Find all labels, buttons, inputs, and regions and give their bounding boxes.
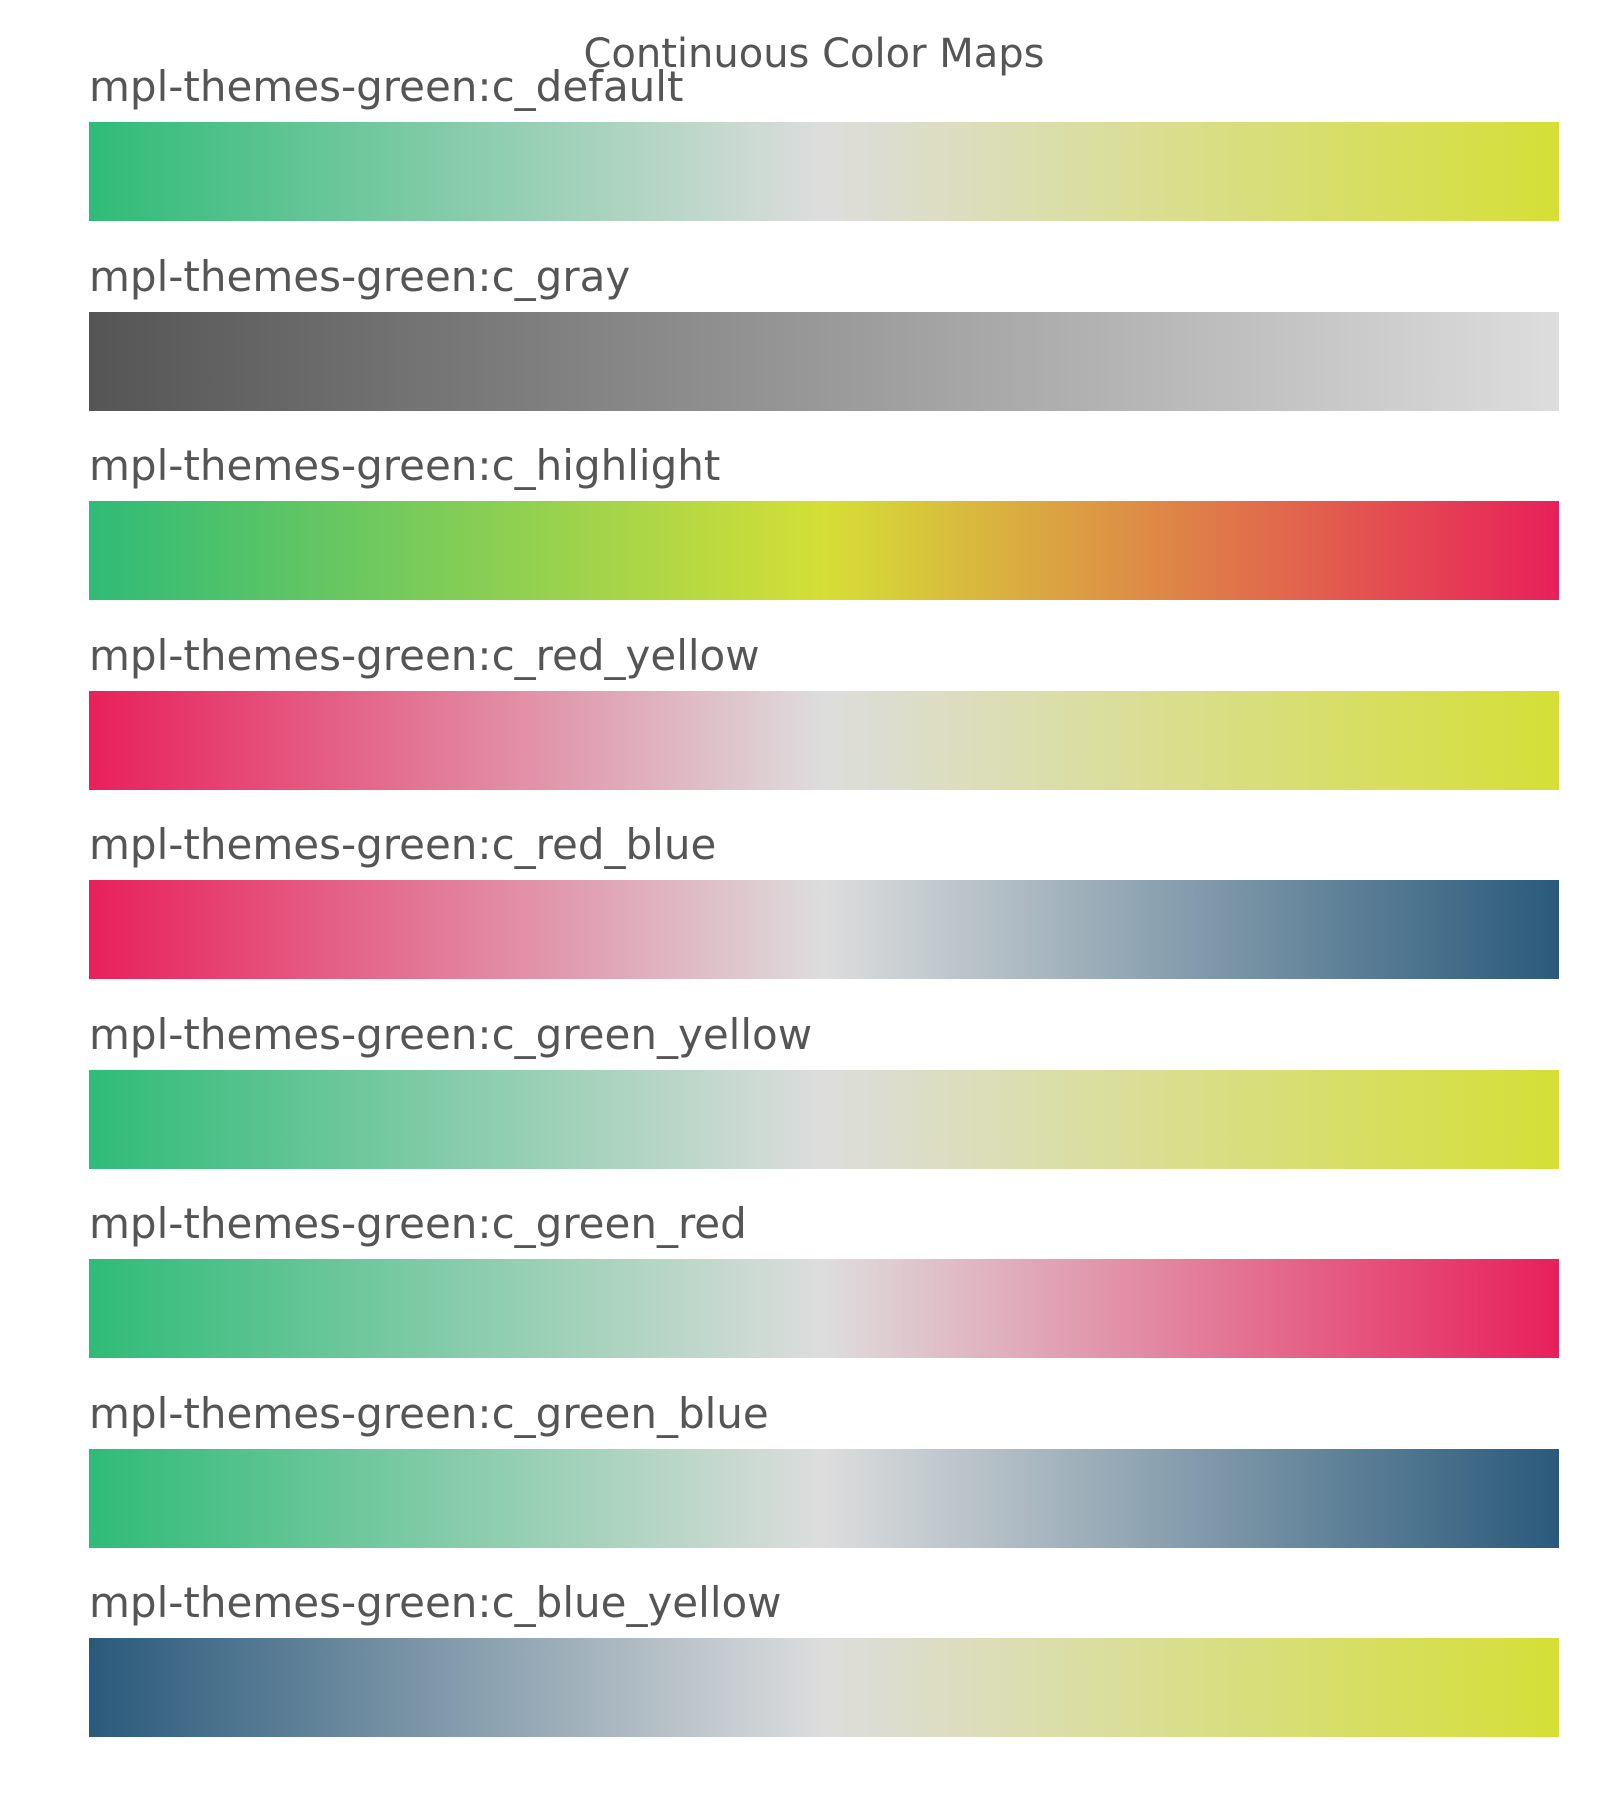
colormap-bar (89, 501, 1559, 600)
colormap-label: mpl-themes-green:c_blue_yellow (89, 1578, 782, 1627)
colormap-label: mpl-themes-green:c_highlight (89, 441, 721, 490)
colormap-bar (89, 311, 1559, 411)
colormap-label: mpl-themes-green:c_red_blue (89, 820, 717, 869)
colormap-label: mpl-themes-green:c_green_yellow (89, 1009, 813, 1059)
colormap-bar (89, 122, 1559, 221)
colormap-label: mpl-themes-green:c_gray (89, 251, 631, 301)
colormap-label: mpl-themes-green:c_green_blue (89, 1388, 769, 1438)
colormap-label: mpl-themes-green:c_red_yellow (89, 630, 760, 680)
colormap-bar (89, 1259, 1559, 1358)
colormap-label: mpl-themes-green:c_default (89, 62, 684, 111)
colormap-bar (89, 690, 1559, 790)
colormap-label: mpl-themes-green:c_green_red (89, 1199, 747, 1248)
colormap-bar (89, 1638, 1559, 1737)
colormap-bar (89, 880, 1559, 979)
colormap-bar (89, 1069, 1559, 1169)
colormap-bar (89, 1448, 1559, 1548)
